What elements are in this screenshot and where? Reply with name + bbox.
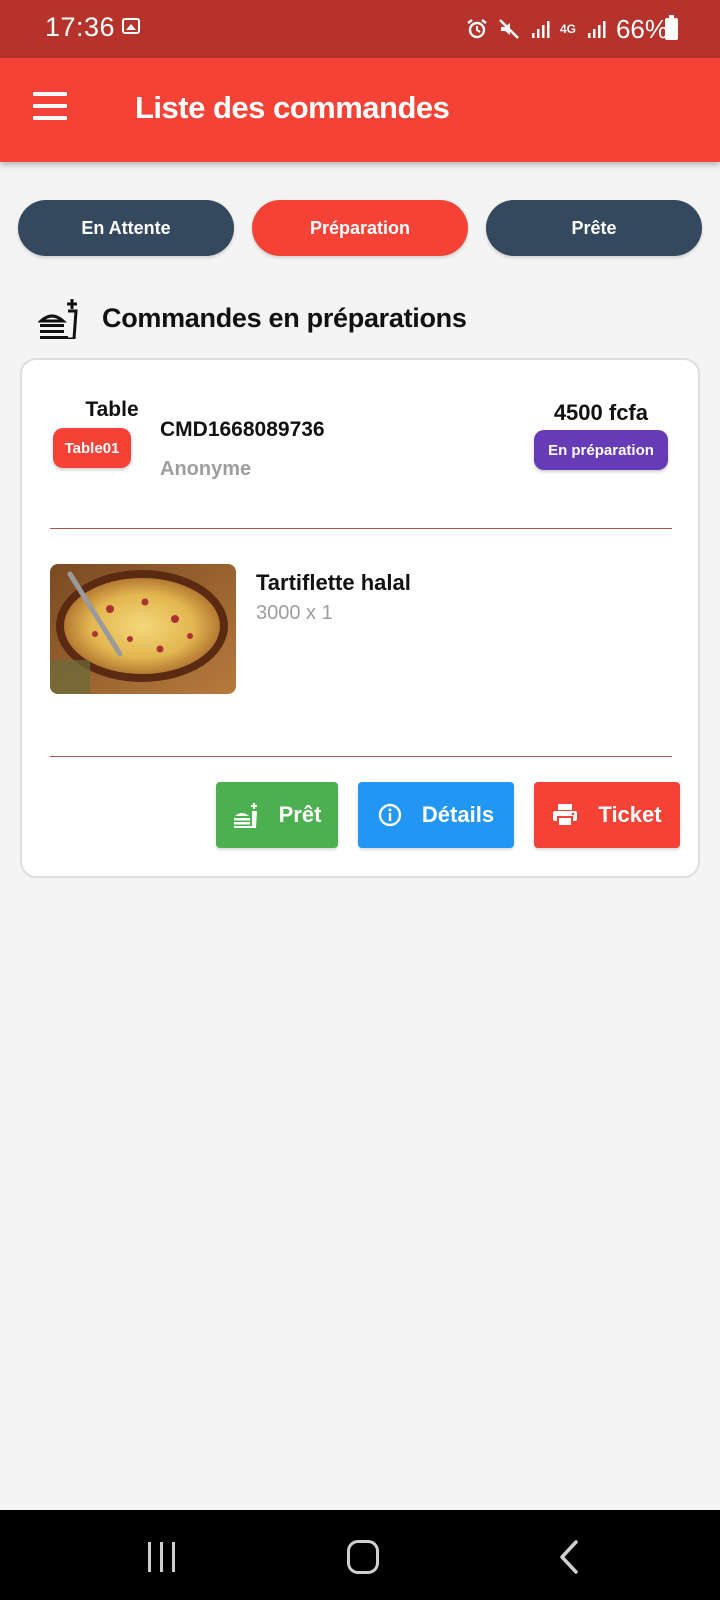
details-button-label: Détails (421, 802, 495, 827)
details-button[interactable]: Détails (358, 782, 514, 848)
ready-button-label: Prêt (278, 802, 322, 827)
alarm-icon (467, 19, 487, 39)
customer-name: Anonyme (160, 458, 252, 480)
ticket-button[interactable]: Ticket (534, 782, 680, 848)
status-icons: 4G 66% (466, 14, 668, 44)
order-total: 4500 fcfa (553, 400, 648, 425)
printer-icon (553, 804, 578, 827)
battery-percent: 66% (615, 13, 668, 44)
page-title: Liste des commandes (135, 90, 450, 125)
status-tabs: En Attente Préparation Prête (18, 200, 702, 256)
status-bar: 17:36 4G 66% (0, 0, 720, 58)
gallery-notification-icon (122, 18, 140, 34)
menu-icon[interactable] (30, 92, 70, 128)
order-card[interactable]: Table Table01 CMD1668089736 Anonyme 4500… (20, 358, 700, 878)
food-service-icon (233, 803, 257, 828)
food-service-icon (38, 299, 78, 339)
battery-icon (665, 15, 678, 40)
back-icon[interactable] (554, 1539, 584, 1575)
system-navigation-bar (0, 1510, 720, 1600)
section-header: Commandes en préparations (38, 296, 467, 340)
tab-en-attente[interactable]: En Attente (18, 200, 234, 256)
ticket-button-label: Ticket (598, 802, 662, 827)
divider (50, 756, 672, 757)
tab-prete[interactable]: Prête (486, 200, 702, 256)
recent-apps-icon[interactable] (148, 1542, 178, 1572)
item-image (50, 564, 236, 694)
signal-icon-2 (587, 21, 606, 38)
home-icon[interactable] (347, 1540, 379, 1574)
status-time: 17:36 (45, 12, 116, 42)
signal-icon (531, 21, 550, 38)
section-title: Commandes en préparations (102, 302, 467, 333)
table-badge: Table01 (53, 428, 131, 468)
status-badge: En préparation (534, 430, 668, 470)
item-quantity: 3000 x 1 (256, 602, 333, 624)
table-label: Table (85, 398, 139, 421)
divider (50, 528, 672, 529)
mute-icon (499, 19, 519, 39)
order-id: CMD1668089736 (160, 418, 325, 441)
ready-button[interactable]: Prêt (216, 782, 338, 848)
tab-preparation[interactable]: Préparation (252, 200, 468, 256)
network-type: 4G (559, 22, 576, 36)
app-bar: Liste des commandes (0, 58, 720, 162)
item-name: Tartiflette halal (256, 570, 411, 595)
info-icon (378, 803, 402, 827)
